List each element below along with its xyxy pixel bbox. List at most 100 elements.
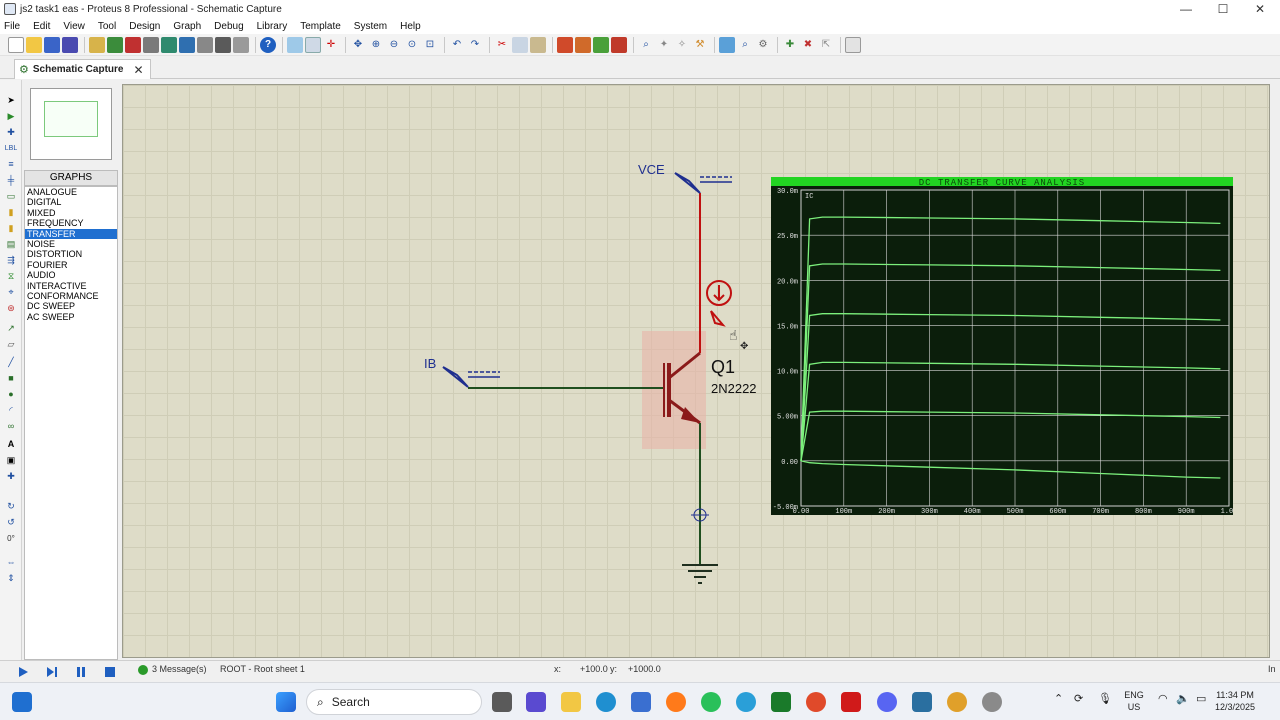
menu-graph[interactable]: Graph xyxy=(173,21,201,32)
pcb-icon[interactable] xyxy=(125,36,141,53)
help-icon[interactable]: ? xyxy=(260,36,276,53)
bom-icon[interactable] xyxy=(197,36,213,53)
menu-help[interactable]: Help xyxy=(400,21,421,32)
gerber-icon[interactable] xyxy=(161,36,177,53)
terminals-icon[interactable]: ▮ xyxy=(4,206,18,218)
menu-view[interactable]: View xyxy=(63,21,85,32)
schematic-canvas[interactable]: VCE IB Q1 2N2222 ☝ ✥ DC TRANSFER CURVE A… xyxy=(122,84,1270,658)
discord-icon[interactable] xyxy=(877,692,897,712)
whatsapp-icon[interactable] xyxy=(701,692,721,712)
grid-toggle-icon[interactable] xyxy=(305,36,321,53)
vce-generator-symbol[interactable] xyxy=(674,172,701,194)
graph-type-mixed[interactable]: MIXED xyxy=(25,208,117,218)
edge-browser-icon[interactable] xyxy=(596,692,616,712)
menu-template[interactable]: Template xyxy=(300,21,341,32)
wifi-icon[interactable]: ◠ xyxy=(1158,693,1168,705)
packaging-tool-icon[interactable]: ✧ xyxy=(674,37,690,53)
graph-type-dc-sweep[interactable]: DC SWEEP xyxy=(25,301,117,311)
netflix-icon[interactable] xyxy=(841,692,861,712)
3d-view-icon[interactable] xyxy=(143,36,159,53)
maximize-button[interactable]: ☐ xyxy=(1205,0,1241,18)
text-script-icon[interactable]: ≡ xyxy=(4,158,18,170)
media-player-icon[interactable] xyxy=(771,692,791,712)
task-switcher-icon[interactable] xyxy=(492,692,512,712)
circle-tool-icon[interactable]: ● xyxy=(4,388,18,400)
undo-icon[interactable]: ↶ xyxy=(449,37,465,53)
block-move-icon[interactable] xyxy=(575,36,591,53)
messages-count[interactable]: 3 Message(s) xyxy=(152,664,207,674)
origin-icon[interactable]: ✛ xyxy=(323,37,339,53)
refresh-icon[interactable] xyxy=(287,36,303,53)
language-indicator[interactable]: ENG US xyxy=(1118,689,1150,713)
pick-device-icon[interactable]: ⌕ xyxy=(638,37,654,53)
menu-design[interactable]: Design xyxy=(129,21,160,32)
junction-dot-icon[interactable]: ✚ xyxy=(4,126,18,138)
probe-voltage-icon[interactable]: ↗ xyxy=(4,322,18,334)
store-icon[interactable] xyxy=(631,692,651,712)
graph-type-audio[interactable]: AUDIO xyxy=(25,270,117,280)
mirror-horizontal-icon[interactable]: ⇔ xyxy=(4,556,18,568)
source-code-icon[interactable] xyxy=(215,36,231,53)
overview-window[interactable] xyxy=(30,88,112,160)
redo-icon[interactable]: ↷ xyxy=(467,37,483,53)
zoom-all-icon[interactable]: ⊙ xyxy=(404,37,420,53)
graph-type-analogue[interactable]: ANALOGUE xyxy=(25,187,117,197)
wire-label-icon[interactable]: LBL xyxy=(4,142,18,154)
subcircuit-icon[interactable]: ▭ xyxy=(4,190,18,202)
microphone-icon[interactable]: 🎙 xyxy=(1098,693,1112,705)
schematic-icon[interactable] xyxy=(107,36,123,53)
file-explorer-icon[interactable] xyxy=(561,692,581,712)
menu-file[interactable]: File xyxy=(4,21,20,32)
wire-autorouter-icon[interactable] xyxy=(719,36,735,53)
graph-type-transfer[interactable]: TRANSFER xyxy=(25,228,117,239)
save-all-icon[interactable] xyxy=(62,36,78,53)
search-tag-icon[interactable]: ⌕ xyxy=(737,37,753,53)
zoom-out-icon[interactable]: ⊖ xyxy=(386,37,402,53)
home-icon[interactable] xyxy=(89,36,105,53)
pause-simulation-icon[interactable] xyxy=(74,665,88,679)
component-mode-icon[interactable]: ▶ xyxy=(4,110,18,122)
chrome-icon[interactable] xyxy=(806,692,826,712)
start-menu-icon[interactable] xyxy=(276,692,296,712)
graph-type-ac-sweep[interactable]: AC SWEEP xyxy=(25,312,117,322)
selection-mode-icon[interactable]: ➤ xyxy=(4,94,18,106)
save-icon[interactable] xyxy=(44,36,60,53)
menu-tool[interactable]: Tool xyxy=(98,21,116,32)
cut-icon[interactable]: ✂ xyxy=(494,37,510,53)
graph-type-fourier[interactable]: FOURIER xyxy=(25,260,117,270)
tab-close-icon[interactable]: ✕ xyxy=(133,63,143,77)
show-hidden-icons-icon[interactable]: ⌃ xyxy=(1054,693,1063,705)
symbol-tool-icon[interactable]: ▣ xyxy=(4,454,18,466)
mirror-vertical-icon[interactable]: ⇕ xyxy=(4,572,18,584)
path-tool-icon[interactable]: ∞ xyxy=(4,420,18,432)
clock[interactable]: 11:34 PM 12/3/2025 xyxy=(1212,689,1258,713)
chat-icon[interactable] xyxy=(526,692,546,712)
tape-recorder-icon[interactable]: ⇶ xyxy=(4,254,18,266)
block-rotate-icon[interactable] xyxy=(593,36,609,53)
overview-viewport[interactable] xyxy=(44,101,98,137)
netlist-icon[interactable] xyxy=(845,36,861,53)
box-tool-icon[interactable]: ■ xyxy=(4,372,18,384)
pan-icon[interactable]: ✥ xyxy=(350,37,366,53)
dc-transfer-graph[interactable]: DC TRANSFER CURVE ANALYSIS 30.0m 25.0m 20.… xyxy=(771,177,1233,515)
ib-generator-symbol[interactable] xyxy=(442,366,469,388)
rotate-anticlockwise-icon[interactable]: ↺ xyxy=(4,516,18,528)
property-assignment-icon[interactable]: ⚙ xyxy=(755,37,771,53)
menu-debug[interactable]: Debug xyxy=(214,21,243,32)
block-copy-icon[interactable] xyxy=(557,36,573,53)
firefox-icon[interactable] xyxy=(666,692,686,712)
remove-sheet-icon[interactable]: ✖ xyxy=(800,37,816,53)
graph-type-digital[interactable]: DIGITAL xyxy=(25,197,117,207)
chrome-profile-icon[interactable] xyxy=(947,692,967,712)
decompose-icon[interactable]: ⚒ xyxy=(692,37,708,53)
volume-icon[interactable]: 🔈 xyxy=(1176,693,1190,705)
graph-type-conformance[interactable]: CONFORMANCE xyxy=(25,291,117,301)
design-explorer-icon[interactable] xyxy=(179,36,195,53)
text-tool-icon[interactable]: A xyxy=(4,438,18,450)
block-delete-icon[interactable] xyxy=(611,36,627,53)
sync-icon[interactable]: ⟳ xyxy=(1074,693,1083,705)
make-device-icon[interactable]: ✦ xyxy=(656,37,672,53)
vertical-scrollbar[interactable] xyxy=(1270,80,1280,660)
probe-icon[interactable]: ⌖ xyxy=(4,286,18,298)
battery-icon[interactable]: ▭ xyxy=(1196,693,1206,705)
